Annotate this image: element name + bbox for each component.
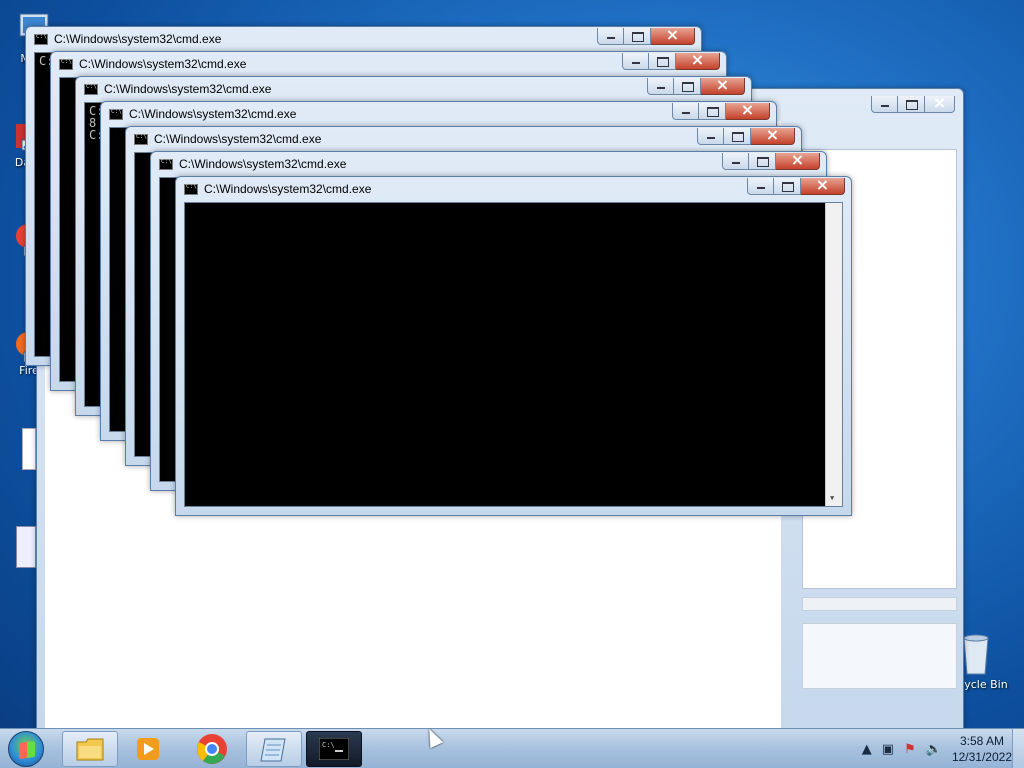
close-button[interactable]	[776, 150, 820, 170]
maximize-button[interactable]	[898, 96, 925, 113]
start-button[interactable]	[8, 731, 44, 767]
show-hidden-icons[interactable]: ▲	[862, 742, 872, 757]
network-icon[interactable]: ▣	[882, 742, 894, 757]
console-scrollbar[interactable]	[825, 203, 842, 506]
cmd-icon	[84, 83, 98, 95]
taskbar-chrome-button[interactable]	[184, 731, 240, 767]
cmd-icon	[34, 33, 48, 45]
minimize-button[interactable]	[597, 28, 624, 45]
maximize-button[interactable]	[624, 28, 651, 45]
system-tray: ▲ ▣ ⚑ 🔈 3:58 AM 12/31/2022	[862, 729, 1012, 768]
close-button[interactable]	[925, 93, 955, 113]
minimize-button[interactable]	[697, 128, 724, 145]
cmd-icon	[159, 158, 173, 170]
cmd-window-title-text: C:\Windows\system32\cmd.exe	[104, 82, 272, 96]
maximize-button[interactable]	[674, 78, 701, 95]
cmd-window-title[interactable]: C:\Windows\system32\cmd.exe	[84, 77, 271, 101]
cmd-icon: C:\	[319, 738, 349, 760]
cmd-icon	[109, 108, 123, 120]
cmd-window-title-text: C:\Windows\system32\cmd.exe	[129, 107, 297, 121]
caption-buttons	[597, 25, 695, 45]
show-desktop-button[interactable]	[1012, 729, 1024, 768]
caption-buttons	[622, 50, 720, 70]
taskbar-cmd-button[interactable]: C:\	[306, 731, 362, 767]
caption-buttons	[672, 100, 770, 120]
maximize-button[interactable]	[749, 153, 776, 170]
close-button[interactable]	[676, 50, 720, 70]
minimize-button[interactable]	[747, 178, 774, 195]
media-player-icon	[137, 738, 159, 760]
background-window-details-pane	[802, 623, 957, 689]
cmd-window-title[interactable]: C:\Windows\system32\cmd.exe	[59, 52, 246, 76]
cmd-window-title[interactable]: C:\Windows\system32\cmd.exe	[184, 177, 371, 201]
desktop-tool-icon[interactable]	[16, 526, 36, 568]
clock-time: 3:58 AM	[959, 734, 1004, 748]
close-button[interactable]	[726, 100, 770, 120]
notepad-icon	[260, 738, 286, 762]
cmd-window-title-text: C:\Windows\system32\cmd.exe	[204, 182, 372, 196]
cmd-window-title[interactable]: C:\Windows\system32\cmd.exe	[134, 127, 321, 151]
cmd-window[interactable]: C:\Windows\system32\cmd.exe	[175, 175, 852, 516]
taskbar: C:\ ▲ ▣ ⚑ 🔈 3:58 AM 12/31/2022	[0, 728, 1024, 768]
cmd-window-title-text: C:\Windows\system32\cmd.exe	[54, 32, 222, 46]
taskbar-notepad-button[interactable]	[246, 731, 302, 767]
maximize-button[interactable]	[724, 128, 751, 145]
caption-buttons	[722, 150, 820, 170]
caption-buttons	[697, 125, 795, 145]
svg-text:C:\: C:\	[322, 741, 335, 749]
cmd-window-title-text: C:\Windows\system32\cmd.exe	[179, 157, 347, 171]
cmd-icon	[184, 183, 198, 195]
minimize-button[interactable]	[622, 53, 649, 70]
caption-buttons	[647, 75, 745, 95]
console-output[interactable]	[184, 202, 843, 507]
close-button[interactable]	[701, 75, 745, 95]
taskbar-media-player-button[interactable]	[120, 731, 176, 767]
flag-icon[interactable]: ⚑	[904, 742, 916, 757]
maximize-button[interactable]	[774, 178, 801, 195]
background-window-hscrollbar[interactable]	[802, 597, 957, 611]
minimize-button[interactable]	[647, 78, 674, 95]
maximize-button[interactable]	[649, 53, 676, 70]
caption-buttons	[747, 175, 845, 195]
minimize-button[interactable]	[871, 96, 898, 113]
close-button[interactable]	[801, 175, 845, 195]
clock[interactable]: 3:58 AM 12/31/2022	[952, 733, 1012, 765]
desktop-file-icon[interactable]	[22, 428, 36, 470]
taskbar-explorer-button[interactable]	[62, 731, 118, 767]
cmd-icon	[134, 133, 148, 145]
chrome-icon	[197, 734, 227, 764]
close-button[interactable]	[751, 125, 795, 145]
close-button[interactable]	[651, 25, 695, 45]
volume-icon[interactable]: 🔈	[926, 742, 942, 757]
cmd-window-title[interactable]: C:\Windows\system32\cmd.exe	[34, 27, 221, 51]
cmd-window-title[interactable]: C:\Windows\system32\cmd.exe	[159, 152, 346, 176]
folder-icon	[76, 738, 104, 761]
background-window-caption-buttons	[871, 93, 955, 113]
minimize-button[interactable]	[672, 103, 699, 120]
cmd-icon	[59, 58, 73, 70]
cmd-window-title-text: C:\Windows\system32\cmd.exe	[154, 132, 322, 146]
minimize-button[interactable]	[722, 153, 749, 170]
maximize-button[interactable]	[699, 103, 726, 120]
clock-date: 12/31/2022	[951, 750, 1012, 764]
cmd-window-title[interactable]: C:\Windows\system32\cmd.exe	[109, 102, 296, 126]
cmd-window-title-text: C:\Windows\system32\cmd.exe	[79, 57, 247, 71]
